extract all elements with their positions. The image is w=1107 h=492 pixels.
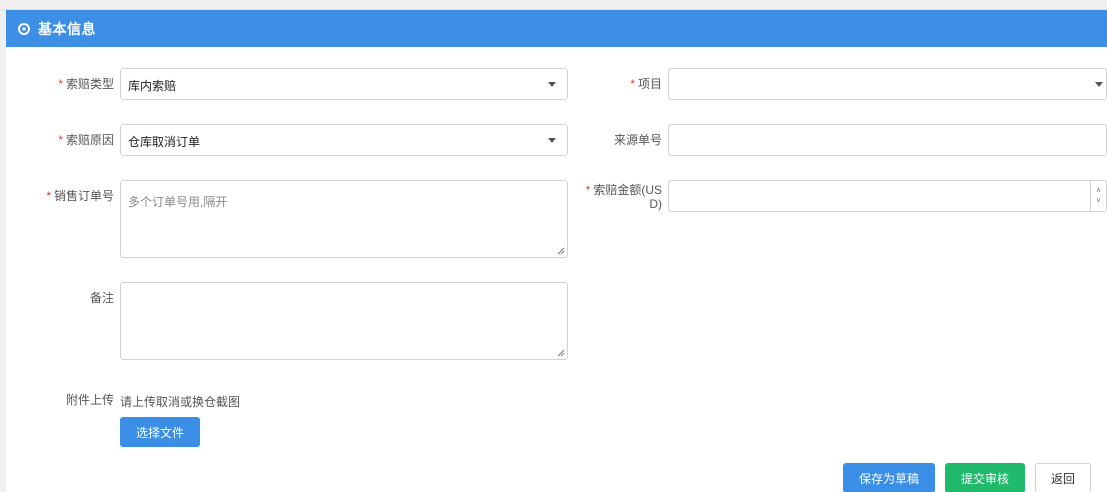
required-mark: * — [630, 77, 635, 91]
required-mark: * — [58, 77, 63, 91]
sales-order-label-text: 销售订单号 — [53, 189, 114, 203]
required-mark: * — [585, 183, 591, 197]
claim-reason-label: * 索赔原因 — [20, 133, 114, 147]
attachment-hint: 请上传取消或换仓截图 — [120, 395, 241, 409]
project-select[interactable] — [668, 68, 1107, 100]
project-label-text: 项目 — [637, 77, 662, 91]
required-mark: * — [46, 189, 51, 203]
claim-type-label-text: 索赔类型 — [65, 77, 114, 91]
remark-textarea[interactable] — [120, 282, 568, 360]
sales-order-textarea[interactable]: 多个订单号用,隔开 — [120, 180, 568, 258]
panel-title: 基本信息 — [38, 20, 96, 37]
claim-type-select[interactable]: 库内索赔 — [120, 68, 568, 100]
sales-order-placeholder: 多个订单号用,隔开 — [128, 195, 228, 209]
source-order-input[interactable] — [668, 124, 1107, 156]
chevron-down-icon — [548, 82, 556, 87]
claim-amount-input[interactable]: ˄ ˅ — [668, 180, 1107, 212]
resize-grip-icon[interactable] — [557, 349, 565, 357]
project-label: * 项目 — [580, 77, 662, 91]
chevron-down-icon[interactable]: ˅ — [1096, 197, 1101, 205]
chevron-up-icon[interactable]: ˄ — [1096, 187, 1101, 195]
claim-reason-label-text: 索赔原因 — [65, 133, 114, 147]
back-button[interactable]: 返回 — [1035, 463, 1091, 492]
sales-order-label: * 销售订单号 — [20, 189, 114, 203]
info-icon — [18, 22, 30, 35]
claim-amount-stepper[interactable]: ˄ ˅ — [1090, 181, 1106, 211]
submit-review-button[interactable]: 提交审核 — [945, 463, 1025, 492]
claim-reason-value: 仓库取消订单 — [128, 135, 201, 149]
source-order-label: 来源单号 — [613, 133, 662, 147]
top-strip — [0, 0, 1107, 10]
attachment-label: 附件上传 — [65, 393, 114, 407]
choose-file-button[interactable]: 选择文件 — [120, 417, 200, 447]
claim-amount-label: * 索赔金额(US D) — [580, 183, 662, 211]
claim-type-label: * 索赔类型 — [20, 77, 114, 91]
claim-amount-label-line1: 索赔金额(US — [593, 183, 662, 197]
save-draft-button[interactable]: 保存为草稿 — [843, 463, 935, 492]
remark-label: 备注 — [89, 291, 114, 305]
required-mark: * — [58, 133, 63, 147]
claim-type-value: 库内索赔 — [128, 79, 177, 93]
chevron-down-icon — [548, 138, 556, 143]
claim-amount-label-line2: D) — [649, 197, 662, 211]
panel-header: 基本信息 — [6, 10, 1107, 47]
resize-grip-icon[interactable] — [557, 247, 565, 255]
claim-reason-select[interactable]: 仓库取消订单 — [120, 124, 568, 156]
chevron-down-icon — [1095, 82, 1103, 87]
